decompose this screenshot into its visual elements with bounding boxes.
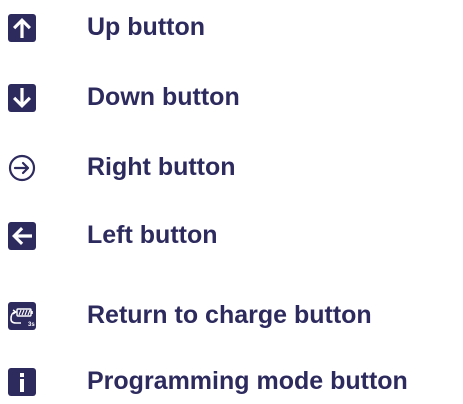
legend-item-up: Up button (0, 10, 463, 50)
info-icon (8, 368, 36, 396)
legend-item-right: Right button (0, 150, 463, 190)
up-arrow-icon (8, 14, 36, 42)
right-arrow-circle-icon (8, 154, 36, 182)
legend-item-left: Left button (0, 218, 463, 258)
return-to-charge-icon: 3s (8, 302, 36, 330)
legend-label-up: Up button (87, 13, 206, 41)
legend-label-down: Down button (87, 83, 240, 111)
legend-item-return-to-charge: 3s Return to charge button (0, 298, 463, 338)
down-arrow-icon (8, 84, 36, 112)
left-arrow-icon (8, 222, 36, 250)
legend-label-left: Left button (87, 221, 218, 249)
legend-item-down: Down button (0, 80, 463, 120)
legend-item-programming-mode: Programming mode button (0, 364, 463, 404)
legend-label-programming-mode: Programming mode button (87, 367, 408, 395)
legend-label-return-to-charge: Return to charge button (87, 301, 372, 329)
legend-label-right: Right button (87, 153, 236, 181)
return-to-charge-icon-text: 3s (28, 322, 35, 328)
